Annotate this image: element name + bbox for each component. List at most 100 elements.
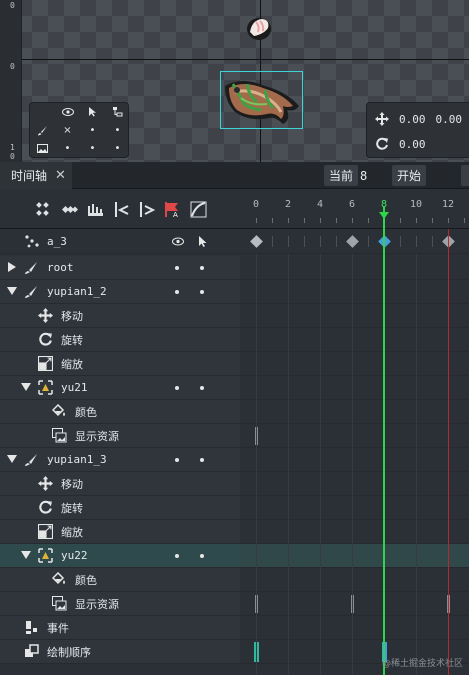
select-dot[interactable] [200,290,204,294]
row-track[interactable] [240,280,469,303]
tab-timeline[interactable]: 时间轴 ✕ [0,162,72,189]
cursor-icon[interactable] [80,103,105,120]
attachment-keyframe[interactable] [255,595,258,613]
position-y-value[interactable]: 0.00 [436,113,463,126]
timeline-row-animation[interactable]: a_3 [0,230,469,254]
frame-ruler[interactable]: 0 2 4 6 8 10 12 [240,190,469,229]
move-icon [38,476,53,491]
timeline-row-property[interactable]: 移动 [0,304,469,328]
double-diamond-icon[interactable] [61,201,78,218]
timeline-row-property[interactable]: 颜色 [0,568,469,592]
row-track[interactable] [240,448,469,471]
auto-key-icon[interactable]: A [164,201,181,218]
row-track[interactable] [240,352,469,375]
visibility-toggle[interactable]: • [55,140,80,157]
visibility-dot[interactable] [175,554,179,558]
timeline-row-property[interactable]: 显示资源 [0,592,469,616]
shell-sprite[interactable] [244,14,274,44]
timeline-row-bone[interactable]: root [0,256,469,280]
select-dot[interactable] [200,458,204,462]
collapse-arrow-icon[interactable] [21,383,31,391]
attachment-keyframe[interactable] [351,595,354,613]
playhead-handle[interactable] [379,212,389,219]
row-track[interactable] [240,616,469,639]
visibility-toggle[interactable]: × [55,122,80,139]
collapse-arrow-icon[interactable] [7,287,17,295]
row-track[interactable] [240,230,469,253]
visibility-toggle[interactable]: • [105,122,130,139]
grid-mark [416,236,417,247]
row-track[interactable] [240,400,469,423]
visibility-toggle[interactable]: • [80,122,105,139]
row-track[interactable] [240,592,469,615]
grid-mark [304,236,305,247]
row-track[interactable] [240,304,469,327]
visibility-dot[interactable] [175,386,179,390]
timeline-row-events[interactable]: 事件 [0,616,469,640]
rotation-value[interactable]: 0.00 [399,138,426,151]
select-dot[interactable] [200,266,204,270]
prev-key-icon[interactable] [113,201,130,218]
visibility-toggle[interactable]: • [80,140,105,157]
row-track[interactable] [240,496,469,519]
position-x-value[interactable]: 0.00 [399,113,426,126]
timeline-row-slot-selected[interactable]: yu22 [0,544,469,568]
bone-icon [25,454,37,466]
visibility-toggle[interactable]: • [105,140,130,157]
next-key-icon[interactable] [139,201,156,218]
timeline-row-property[interactable]: 缩放 [0,520,469,544]
timeline-row-property[interactable]: 缩放 [0,352,469,376]
move-icon [38,308,53,323]
row-track[interactable] [240,376,469,399]
row-track[interactable] [240,568,469,591]
row-label: yupian1_3 [47,453,107,466]
timeline-row-bone[interactable]: yupian1_2 [0,280,469,304]
collapse-arrow-icon[interactable] [21,551,31,559]
fish-selection-box[interactable] [220,71,303,129]
start-button[interactable]: 开始 [392,165,426,186]
row-track[interactable] [240,328,469,351]
cursor-icon[interactable] [198,234,208,249]
draw-order-keyframe[interactable] [254,642,259,662]
row-track[interactable] [240,256,469,279]
attachment-keyframe[interactable] [255,427,258,445]
timeline-row-slot[interactable]: yu21 [0,376,469,400]
select-dot[interactable] [200,554,204,558]
keyframe[interactable] [346,235,359,248]
eye-icon[interactable] [172,234,184,249]
fish-sprite[interactable] [221,72,302,128]
ruler-tick [256,218,257,223]
bone-tree-icon[interactable] [105,103,130,120]
playhead[interactable] [383,206,385,675]
row-track[interactable] [240,424,469,447]
collapse-arrow-icon[interactable] [7,455,17,463]
visibility-dot[interactable] [175,266,179,270]
current-frame-field[interactable]: 8 [360,165,367,186]
move-icon[interactable] [375,112,389,126]
end-button[interactable] [461,165,469,186]
step-icon[interactable] [87,201,104,218]
visibility-dot[interactable] [175,290,179,294]
timeline-row-property[interactable]: 旋转 [0,328,469,352]
row-track[interactable] [240,472,469,495]
row-label: root [47,261,74,274]
ruler-tick [352,218,353,223]
ruler-tick [272,218,273,223]
timeline-row-property[interactable]: 移动 [0,472,469,496]
select-dot[interactable] [200,386,204,390]
timeline-row-property[interactable]: 颜色 [0,400,469,424]
eye-icon[interactable] [55,103,80,120]
keyframe[interactable] [250,235,263,248]
curve-icon[interactable] [190,201,207,218]
timeline-row-property[interactable]: 旋转 [0,496,469,520]
timeline-row-property[interactable]: 显示资源 [0,424,469,448]
expand-arrow-icon[interactable] [8,262,16,272]
visibility-dot[interactable] [175,458,179,462]
row-track[interactable] [240,544,469,567]
keyframe-scatter-icon[interactable] [34,201,51,218]
close-icon[interactable]: ✕ [55,168,66,183]
timeline-row-bone[interactable]: yupian1_3 [0,448,469,472]
row-track[interactable] [240,520,469,543]
scene-viewport[interactable]: 0 0 1 0 × • • • • • 0.00 0.00 0.00 [0,0,469,162]
rotate-icon[interactable] [375,137,389,151]
